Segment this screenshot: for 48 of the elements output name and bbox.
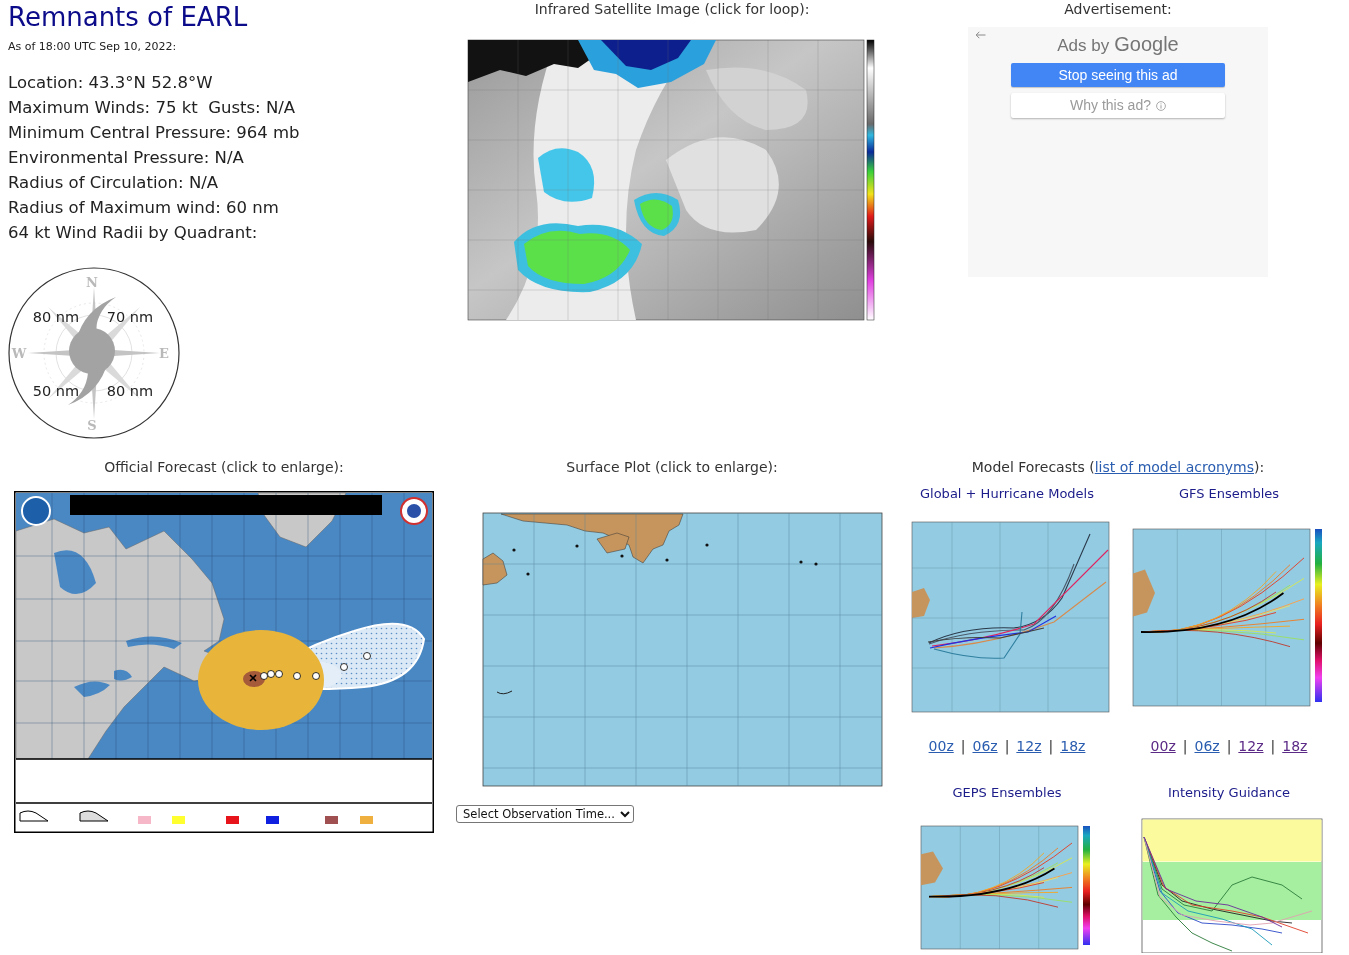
model-run-link[interactable]: 06z (1194, 737, 1220, 755)
wind-radius-label: 50 nm (32, 383, 80, 399)
panel-title: Global + Hurricane Models (919, 485, 1095, 503)
observation-time-select[interactable]: Select Observation Time... (456, 805, 634, 823)
storm-detail-text: Maximum Winds: 75 kt Gusts: N/A (8, 97, 297, 119)
compass-direction-label: E (159, 345, 169, 361)
info-icon (1155, 100, 1166, 111)
link-separator: | (1004, 737, 1010, 755)
storm-detail-text: Radius of Circulation: N/A (8, 172, 220, 194)
compass-direction-label: N (86, 274, 98, 290)
model-run-link[interactable]: 12z (1238, 737, 1264, 755)
link-separator: | (1182, 737, 1188, 755)
compass-direction-label: W (11, 345, 27, 361)
section-caption: Model Forecasts (list of model acronyms): (970, 458, 1266, 476)
model-run-link[interactable]: 18z (1282, 737, 1308, 755)
model-run-link[interactable]: 00z (1150, 737, 1176, 755)
google-wordmark: Google (1114, 33, 1179, 55)
storm-detail-text: Radius of Maximum wind: 60 nm (8, 197, 280, 219)
section-caption: Official Forecast (click to enlarge): (103, 458, 345, 476)
model-run-link[interactable]: 18z (1060, 737, 1086, 755)
section-caption: Advertisement: (1063, 0, 1173, 18)
model-run-link[interactable]: 12z (1016, 737, 1042, 755)
wind-radius-label: 70 nm (106, 309, 154, 325)
panel-title: GFS Ensembles (1177, 485, 1281, 503)
storm-detail-text: 64 kt Wind Radii by Quadrant: (8, 222, 259, 244)
stop-ad-button[interactable]: Stop seeing this ad (1011, 63, 1225, 87)
back-arrow-icon[interactable] (975, 31, 986, 39)
model-acronyms-link[interactable]: list of model acronyms (1094, 459, 1255, 475)
panel-title: GEPS Ensembles (951, 784, 1063, 802)
panel-title: Intensity Guidance (1166, 784, 1292, 802)
wind-radius-label: 80 nm (32, 309, 80, 325)
section-caption: Surface Plot (click to enlarge): (565, 458, 779, 476)
timestamp-text: As of 18:00 UTC Sep 10, 2022: (8, 41, 178, 53)
wind-radius-label: 80 nm (106, 383, 154, 399)
storm-title: Remnants of EARL (8, 1, 249, 34)
storm-detail-text: Environmental Pressure: N/A (8, 147, 245, 169)
section-caption: Infrared Satellite Image (click for loop): (533, 0, 811, 18)
link-separator: | (1270, 737, 1276, 755)
model-run-link[interactable]: 06z (972, 737, 998, 755)
link-separator: | (1048, 737, 1054, 755)
forecast-cone-map-drawing[interactable] (14, 491, 434, 833)
link-separator: | (1226, 737, 1232, 755)
storm-detail-text: Location: 43.3°N 52.8°W (8, 72, 214, 94)
ads-by-label: Ads by (1057, 35, 1110, 57)
compass-direction-label: S (87, 417, 97, 433)
link-separator: | (960, 737, 966, 755)
model-run-link[interactable]: 00z (928, 737, 954, 755)
storm-detail-text: Minimum Central Pressure: 964 mb (8, 122, 301, 144)
